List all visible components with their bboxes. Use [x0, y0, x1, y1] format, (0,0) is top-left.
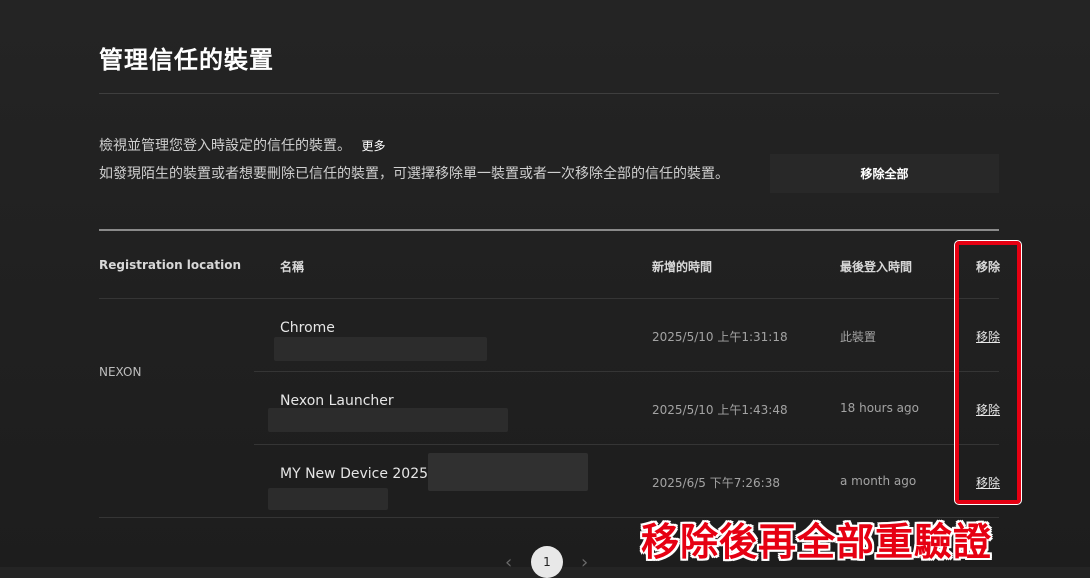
- page-title: 管理信任的裝置: [99, 46, 274, 74]
- header-divider: [99, 298, 999, 299]
- more-link[interactable]: 更多: [361, 139, 385, 153]
- device-added-time: 2025/6/5 下午7:26:38: [652, 476, 780, 490]
- device-name: Nexon Launcher: [280, 393, 394, 409]
- intro-line-1: 檢視並管理您登入時設定的信任的裝置。 更多: [99, 135, 385, 155]
- device-added-time: 2025/5/10 上午1:31:18: [652, 330, 788, 344]
- annotation-text: 移除後再全部重驗證: [641, 520, 993, 564]
- device-last-login: 18 hours ago: [840, 401, 919, 415]
- row-divider: [254, 444, 999, 445]
- row-divider: [254, 371, 999, 372]
- redacted-block: [428, 453, 588, 491]
- intro-line-2: 如發現陌生的裝置或者想要刪除已信任的裝置，可選擇移除單一裝置或者一次移除全部的信…: [99, 166, 729, 182]
- column-header-location: Registration location: [99, 258, 241, 272]
- chevron-left-icon[interactable]: ‹: [505, 552, 512, 573]
- provider-name: NEXON: [99, 365, 142, 379]
- redacted-block: [268, 408, 508, 432]
- remove-all-button[interactable]: 移除全部: [770, 154, 999, 193]
- device-name: Chrome: [280, 320, 335, 336]
- redacted-block: [268, 488, 388, 510]
- device-last-login: a month ago: [840, 474, 917, 488]
- pagination: ‹ 1 ›: [505, 546, 595, 578]
- column-header-added: 新增的時間: [652, 260, 713, 274]
- device-added-time: 2025/5/10 上午1:43:48: [652, 403, 788, 417]
- column-header-name: 名稱: [280, 260, 305, 274]
- table-top-divider: [99, 229, 999, 231]
- chevron-right-icon[interactable]: ›: [581, 552, 588, 573]
- device-name: MY New Device 2025: [280, 466, 429, 482]
- device-last-login: 此裝置: [840, 330, 877, 344]
- page-1-button[interactable]: 1: [531, 546, 563, 578]
- column-header-last-login: 最後登入時間: [840, 260, 913, 274]
- title-divider: [99, 93, 999, 94]
- redacted-block: [274, 337, 487, 361]
- remove-column-highlight-box: [954, 240, 1022, 505]
- intro-text: 檢視並管理您登入時設定的信任的裝置。: [99, 138, 351, 154]
